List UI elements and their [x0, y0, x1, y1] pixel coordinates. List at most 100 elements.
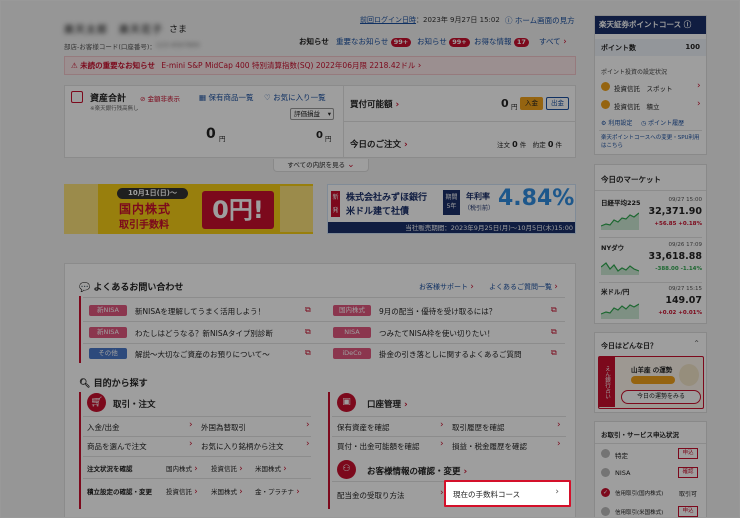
banner-line2: 取引手数料	[119, 220, 169, 231]
fee-zero-banner[interactable]: 10月1日(日)〜 国内株式 取引手数料 0円!	[64, 184, 313, 234]
faq-question-link[interactable]: 掛金の引き落としに関するよくあるご質問	[379, 349, 522, 360]
chevron-right-icon: ›	[417, 61, 422, 71]
customer-info-link[interactable]: 配当金の受取り方法	[337, 490, 405, 501]
order-status-link[interactable]: 国内株式 ›	[166, 463, 198, 474]
faq-list: 新NISA 新NISAを理解してうまく活用しよう！ ⧉ 国内株式 9月の配当・優…	[83, 300, 565, 364]
chevron-right-icon[interactable]: ›	[697, 99, 701, 109]
deposit-button[interactable]: 入金	[520, 97, 543, 110]
faq-question-link[interactable]: わたしはどうなる？新NISAタイプ別診断	[135, 328, 273, 339]
pl-select[interactable]: 評価損益 ▾	[290, 108, 334, 120]
faq-question-link[interactable]: つみたてNISA枠を使い切りたい！	[379, 328, 494, 339]
fortune-link[interactable]: 今日の運勢をみる	[621, 390, 701, 404]
reserve-settings-link[interactable]: 米国株式 ›	[211, 486, 243, 497]
open-window-icon: ⧉	[551, 348, 557, 357]
open-window-icon: ⧉	[305, 327, 311, 336]
faq-question-link[interactable]: 解説〜大切なご資産のお預りについて〜	[135, 349, 270, 360]
account-link[interactable]: 保有資産を確認	[337, 422, 390, 433]
apply-button[interactable]: 申込	[678, 448, 698, 459]
chat-icon: 💬	[79, 283, 91, 293]
hide-amount-toggle[interactable]: ⊘ 金額非表示	[140, 93, 180, 103]
branch-value: 123-4567890	[156, 41, 200, 49]
point-count-row: ポイント数 100	[595, 39, 706, 56]
faq-list-link[interactable]: よくあるご質問一覧 ›	[489, 282, 558, 292]
account-link[interactable]: 買付・出金可能額を確認	[337, 441, 420, 452]
sparkline	[601, 212, 639, 230]
gear-icon: ⚙	[601, 120, 607, 127]
market-row[interactable]: 米ドル/円 09/27 15:15 149.07 +0.02 +0.01%	[595, 283, 706, 323]
divider	[79, 392, 81, 509]
services-title: お取引・サービス申込状況	[601, 431, 679, 439]
reserve-settings-link[interactable]: 金・プラチナ ›	[255, 486, 300, 497]
account-link[interactable]: 取引履歴を確認	[452, 422, 505, 433]
goat-icon	[679, 364, 699, 386]
point-course-title: 楽天証券ポイントコース ⓘ	[595, 16, 706, 34]
account-link[interactable]: 損益・税金履歴を確認	[452, 441, 527, 452]
divider	[83, 416, 311, 417]
tab-deals[interactable]: お得な情報 17	[474, 36, 529, 47]
fortune-card[interactable]: えん銀行占い 山羊座 の運勢 今日の運勢をみる	[598, 356, 704, 409]
status-icon	[601, 507, 610, 516]
market-change: +0.02 +0.01%	[658, 310, 702, 316]
market-row[interactable]: 日経平均225 09/27 15:00 32,371.90 +56.85 +0.…	[595, 194, 706, 236]
holdings-link[interactable]: ▦ 保有商品一覧	[199, 92, 253, 103]
trade-link[interactable]: お気に入り銘柄から注文	[201, 441, 284, 452]
favorites-link[interactable]: ♡ お気に入り一覧	[264, 92, 326, 103]
market-value: 149.07	[665, 295, 702, 306]
buying-power-value: 0	[501, 97, 509, 110]
alert-detail: E-mini S&P MidCap 400 特別清算指数(SQ) 2022年06…	[161, 61, 416, 70]
support-link[interactable]: お客様サポート ›	[419, 282, 474, 292]
fee-course-link-highlight[interactable]: 現在の手数料コース ›	[444, 480, 571, 507]
confirm-button[interactable]: 確認	[678, 467, 698, 478]
order-status-link[interactable]: 米国株式 ›	[255, 463, 287, 474]
change-course-link[interactable]: 楽天ポイントコースへの変更・SPU利用はこちら	[601, 134, 703, 150]
important-count-badge: 99+	[390, 37, 412, 47]
order-status-link[interactable]: 投資信託 ›	[211, 463, 243, 474]
tab-important[interactable]: 重要なお知らせ 99+	[336, 36, 412, 47]
trade-link[interactable]: 外国為替取引	[201, 422, 246, 433]
apply-button[interactable]: 申込	[678, 506, 698, 517]
account-title: 口座管理 ›	[367, 400, 408, 410]
customer-info-title: お客様情報の確認・変更 ›	[367, 467, 468, 477]
see-all-breakdown-button[interactable]: すべての内訳を見る ⌄	[273, 159, 369, 172]
tab-all[interactable]: すべて ›	[539, 36, 567, 47]
trade-link[interactable]: 入金/出金	[87, 422, 120, 433]
faq-row: 新NISA 新NISAを理解してうまく活用しよう！ ⧉ 国内株式 9月の配当・優…	[83, 300, 565, 321]
fortune-sign: 山羊座 の運勢	[631, 366, 673, 374]
market-row[interactable]: NYダウ 09/26 17:09 33,618.88 -388.00 -1.14…	[595, 239, 706, 281]
faq-question-link[interactable]: 9月の配当・優待を受け取るには？	[379, 306, 496, 317]
asset-value: 0	[206, 126, 216, 142]
bond-banner[interactable]: 新発 株式会社みずほ銀行 米ドル建て社債 期間 5年 年利率 （税引前） 4.84…	[327, 184, 576, 234]
point-invest-row: 投資信託 積立	[614, 103, 660, 111]
use-settings-link[interactable]: ⚙ 利用設定	[601, 118, 632, 127]
status-icon	[601, 449, 610, 458]
tab-info[interactable]: お知らせ 99+	[417, 36, 470, 47]
purpose-title: 🔍︎ 目的から探す	[79, 379, 148, 389]
chevron-up-icon[interactable]: ⌃	[693, 339, 700, 348]
market-value: 32,371.90	[648, 206, 703, 217]
chevron-right-icon: ›	[555, 487, 559, 497]
trade-link[interactable]: 商品を選んで注文	[87, 441, 147, 452]
withdraw-button[interactable]: 出金	[546, 97, 569, 110]
open-window-icon: ⧉	[305, 305, 311, 314]
notice-title: お知らせ	[299, 37, 329, 46]
rate-value: 4.84%	[498, 186, 575, 211]
service-status: 取引可	[679, 491, 698, 498]
chevron-right-icon[interactable]: ›	[697, 81, 701, 91]
decoration	[64, 184, 98, 234]
orders-title[interactable]: 今日のご注文 ›	[350, 138, 408, 150]
chevron-right-icon: ›	[557, 439, 561, 449]
faq-tag: 新NISA	[89, 327, 127, 338]
chevron-right-icon: ›	[189, 439, 193, 449]
home-view-link[interactable]: ⓘ ホーム画面の見方	[505, 15, 575, 26]
faq-question-link[interactable]: 新NISAを理解してうまく活用しよう！	[135, 306, 265, 317]
info-count-badge: 99+	[449, 37, 470, 47]
last-login-link[interactable]: 前回ログイン日時	[360, 15, 416, 25]
point-history-link[interactable]: ◷ ポイント履歴	[641, 118, 684, 127]
unread-alert-bar[interactable]: ⚠ 未読の重要なお知らせ E-mini S&P MidCap 400 特別清算指…	[64, 56, 576, 75]
market-value: 33,618.88	[648, 251, 703, 262]
chevron-right-icon: ›	[306, 439, 310, 449]
faq-tag: NISA	[333, 327, 371, 338]
reserve-settings-link[interactable]: 投資信託 ›	[166, 486, 198, 497]
bond-issuer: 株式会社みずほ銀行	[346, 193, 428, 203]
buying-power-title[interactable]: 買付可能額 ›	[350, 98, 399, 110]
